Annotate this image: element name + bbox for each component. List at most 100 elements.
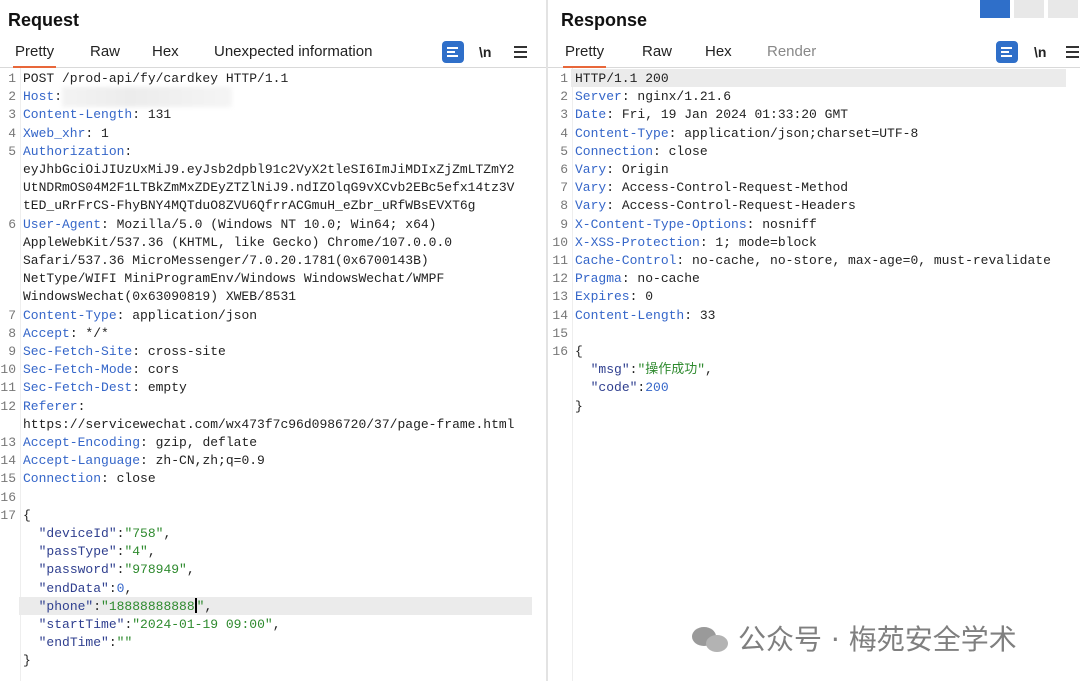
code-token: "操作成功" xyxy=(637,362,706,378)
response-tabs: Pretty Raw Hex Render \n xyxy=(548,40,1080,68)
request-tab-unexpected-information[interactable]: Unexpected information xyxy=(214,40,372,66)
line-number: 6 xyxy=(8,216,16,232)
code-line: AppleWebKit/537.36 (KHTML, like Gecko) C… xyxy=(23,234,452,252)
header-name: Accept-Encoding xyxy=(23,435,141,450)
header-name: Accept xyxy=(23,325,70,341)
code-token: : */* xyxy=(69,325,109,341)
code-line: Sec-Fetch-Site: cross-site xyxy=(23,343,226,361)
line-number: 7 xyxy=(560,180,568,196)
response-tab-pretty[interactable]: Pretty xyxy=(563,40,607,68)
code-line: "endTime":"" xyxy=(23,634,133,652)
header-name: Content-Type xyxy=(575,125,669,141)
code-line: HTTP/1.1 200 xyxy=(575,70,669,88)
code-token: eyJhbGciOiJIUzUxMiJ9.eyJsb2dpbl91c2VyX2t… xyxy=(23,162,515,177)
menu-icon[interactable] xyxy=(1066,41,1080,63)
code-line: Host: xyxy=(23,88,62,106)
line-number: 9 xyxy=(8,344,16,359)
line-number: 5 xyxy=(560,143,568,159)
code-token: : no-cache, no-store, max-age=0, must-re… xyxy=(676,253,1051,268)
header-name: Vary xyxy=(575,162,607,177)
response-pane: Response Pretty Raw Hex Render \n 1 HTTP/… xyxy=(548,0,1080,681)
request-tab-raw[interactable]: Raw xyxy=(90,40,120,66)
response-editor[interactable]: 1 HTTP/1.1 200 2 Server: nginx/1.21.6 3 Date:… xyxy=(548,68,1080,681)
header-name: User-Agent xyxy=(23,216,102,232)
request-tab-hex[interactable]: Hex xyxy=(152,40,179,66)
code-token: "18888888888 xyxy=(101,598,195,614)
request-tab-pretty[interactable]: Pretty xyxy=(13,40,57,68)
layout-vertical-icon[interactable] xyxy=(1048,0,1078,18)
line-number: 11 xyxy=(0,380,16,396)
code-token: "endData" xyxy=(38,580,109,596)
line-number: 1 xyxy=(560,71,568,86)
header-name: Date xyxy=(575,107,607,123)
line-number: 1 xyxy=(8,71,16,86)
code-token: : 131 xyxy=(132,107,172,123)
code-line: Pragma: no-cache xyxy=(575,270,700,288)
code-token: "2024-01-19 09:00" xyxy=(132,617,273,632)
code-token: , xyxy=(705,362,713,378)
code-line: Connection: close xyxy=(23,470,156,488)
line-number: 9 xyxy=(560,216,568,232)
code-line: Server: nginx/1.21.6 xyxy=(575,88,731,106)
layout-horizontal-icon[interactable] xyxy=(1014,0,1044,18)
header-name: Xweb_xhr xyxy=(23,125,86,141)
code-line: X-Content-Type-Options: nosniff xyxy=(575,216,817,234)
request-editor[interactable]: 1 POST /prod-api/fy/cardkey HTTP/1.1 2 Host… xyxy=(0,68,546,681)
newline-icon[interactable]: \n xyxy=(1034,41,1052,63)
header-name: Connection xyxy=(575,143,654,159)
line-number: 16 xyxy=(552,344,568,359)
code-line: { xyxy=(23,507,31,525)
newline-icon[interactable]: \n xyxy=(479,41,497,63)
code-line: Connection: close xyxy=(575,143,708,161)
code-line: Referer: xyxy=(23,398,85,416)
wechat-logo-icon xyxy=(690,623,730,653)
code-token: NetType/WIFI MiniProgramEnv/Windows Wind… xyxy=(23,271,445,287)
code-token: "password" xyxy=(38,562,117,578)
code-token: HTTP/1.1 200 xyxy=(575,71,669,86)
code-line: Sec-Fetch-Mode: cors xyxy=(23,361,179,379)
code-token: "code" xyxy=(590,380,638,396)
code-token: tED_uRrFrCS-FhyBNY4MQTduO8ZVU6QfrrACGmuH… xyxy=(23,198,476,214)
header-name: Cache-Control xyxy=(575,253,677,268)
line-number: 14 xyxy=(552,307,568,323)
request-tabs: Pretty Raw Hex Unexpected information \n xyxy=(0,40,546,68)
code-token: : Fri, 19 Jan 2024 01:33:20 GMT xyxy=(606,107,849,123)
header-name: Host xyxy=(23,89,55,105)
code-line: Content-Length: 33 xyxy=(575,307,715,325)
code-line: "startTime":"2024-01-19 09:00", xyxy=(23,616,281,634)
code-token: "" xyxy=(116,635,133,651)
header-name: Server xyxy=(575,89,622,105)
header-name: Accept-Language xyxy=(23,453,141,469)
code-token: : nosniff xyxy=(746,216,817,232)
header-name: Referer xyxy=(23,398,78,414)
response-tab-hex[interactable]: Hex xyxy=(705,40,732,66)
code-line: https://servicewechat.com/wx473f7c96d098… xyxy=(23,416,514,434)
code-token: : 1 xyxy=(85,125,109,141)
code-line: "deviceId":"758", xyxy=(23,525,172,543)
format-icon[interactable] xyxy=(442,41,464,63)
code-token: : xyxy=(93,598,102,614)
line-number: 4 xyxy=(560,125,568,141)
code-token: "978949" xyxy=(124,562,187,578)
format-icon[interactable] xyxy=(996,41,1018,63)
code-line: POST /prod-api/fy/cardkey HTTP/1.1 xyxy=(23,70,288,88)
code-token: "startTime" xyxy=(38,617,125,632)
code-token: } xyxy=(23,653,31,669)
header-name: Vary xyxy=(575,180,607,196)
code-token: , xyxy=(124,580,133,596)
response-tab-render[interactable]: Render xyxy=(767,40,816,66)
code-line: Accept-Encoding: gzip, deflate xyxy=(23,434,257,452)
menu-icon[interactable] xyxy=(514,41,528,63)
code-token: : cross-site xyxy=(132,344,226,359)
layout-side-by-side-icon[interactable] xyxy=(980,0,1010,18)
code-token: "4" xyxy=(124,544,148,560)
line-number: 3 xyxy=(560,107,568,123)
code-line: Xweb_xhr: 1 xyxy=(23,125,109,143)
code-line: "phone":"18888888888 ", xyxy=(23,597,212,616)
redacted-host xyxy=(62,87,232,107)
code-line: "endData":0, xyxy=(23,580,133,598)
response-tab-raw[interactable]: Raw xyxy=(642,40,672,66)
line-number: 8 xyxy=(8,325,16,341)
code-token: Safari/537.36 MicroMessenger/7.0.20.1781… xyxy=(23,253,429,268)
